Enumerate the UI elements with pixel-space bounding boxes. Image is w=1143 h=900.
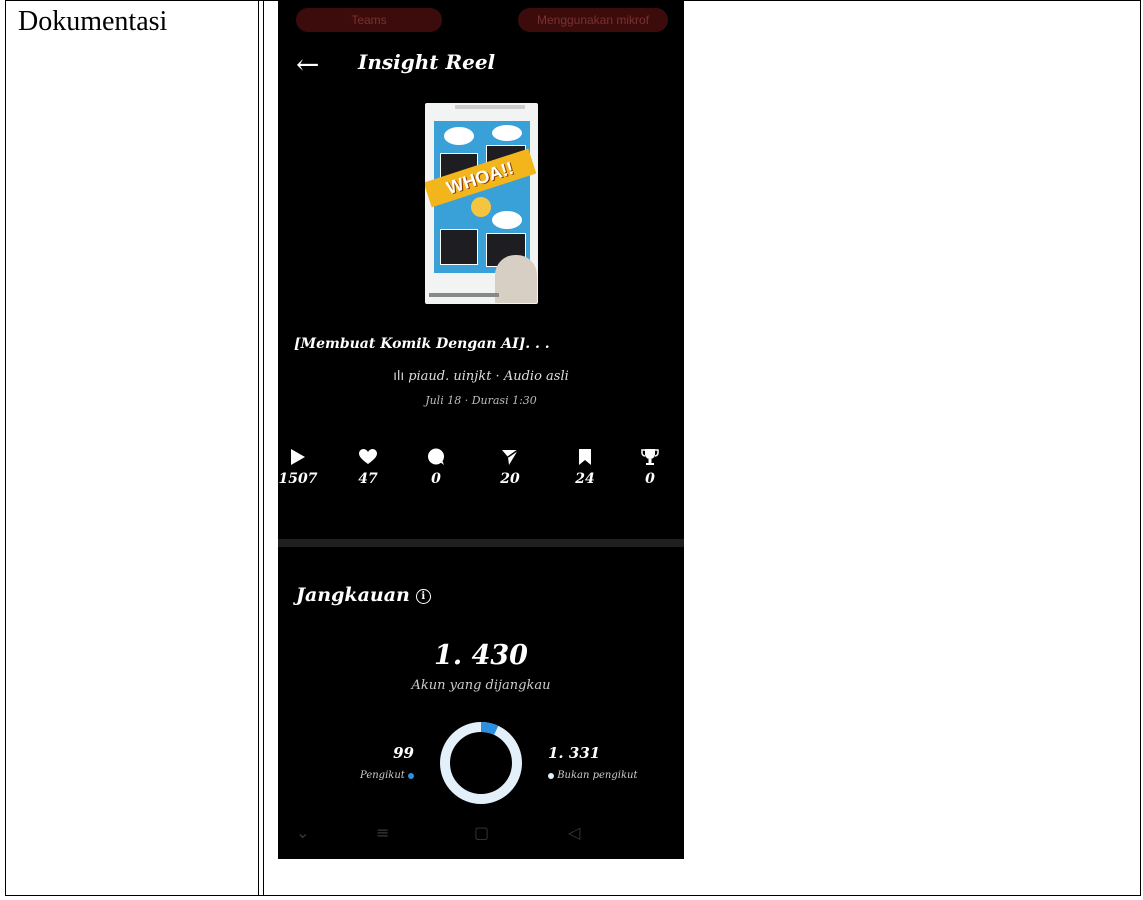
comment-icon [428,448,444,465]
play-icon [291,449,305,465]
followers-value: 99 [393,744,414,762]
reach-title: Jangkauan [296,584,410,606]
stat-shares: 20 [480,446,540,487]
row-label: Dokumentasi [18,6,168,37]
info-icon[interactable]: i [415,588,431,604]
bookmark-icon [579,449,591,465]
microphone-pill[interactable]: Menggunakan mikrof [518,8,668,32]
page-title: Insight Reel [358,50,496,74]
audio-text: piaud. uinjkt · Audio asli [408,369,569,384]
chevron-down-icon[interactable]: ⌄ [296,823,309,842]
menu-icon[interactable]: ≡ [376,823,389,842]
donut-slice-non-followers [440,722,522,804]
speech-bubble [444,127,474,145]
followers-legend: Pengikut [360,770,414,781]
heart-icon [359,449,377,464]
followers-dot-icon [408,772,414,779]
stat-value: 0 [431,471,441,487]
reel-thumbnail[interactable]: WHOA!! [425,103,538,304]
system-nav-bar: ⌄ ≡ ▢ ◁ [278,815,684,855]
column-divider-inner [263,0,264,896]
post-title: [Membuat Komik Dengan AI]. . . [294,336,550,352]
non-followers-dot-icon [548,772,554,779]
thumbnail-caption [429,293,499,297]
non-followers-legend: Bukan pengikut [548,770,638,781]
stat-saves: 24 [555,446,615,487]
teams-pill[interactable]: Teams [296,8,442,32]
reach-total: 1. 430 [434,640,528,671]
comic-panel [440,229,478,265]
post-date: Juli 18 · Durasi 1:30 [425,394,537,407]
stat-value: 47 [358,471,378,487]
trophy-icon [641,449,659,465]
back-icon[interactable]: ◁ [568,823,580,842]
reach-donut-chart [440,722,522,804]
stat-awards: 0 [620,446,680,487]
stat-comments: 0 [406,446,466,487]
phone-screenshot: Teams Menggunakan mikrof ← Insight Reel … [278,0,684,859]
followers-label: Pengikut [360,770,405,781]
speech-bubble [492,211,522,229]
stat-value: 20 [500,471,520,487]
stat-value: 0 [645,471,655,487]
reach-heading: Jangkauan i [296,584,431,606]
audio-wave-icon: ılı [393,369,405,384]
back-arrow-icon[interactable]: ← [296,50,319,80]
stat-plays: 1507 [278,446,328,487]
share-icon [502,449,519,465]
surprised-emoji-icon [471,197,491,217]
presenter-image [495,255,537,303]
stats-row: 1507 47 0 20 24 0 [279,446,668,496]
column-divider [258,0,259,896]
stat-value: 1507 [278,471,318,487]
home-icon[interactable]: ▢ [474,823,489,842]
section-separator [278,539,684,547]
non-followers-value: 1. 331 [548,744,601,762]
audio-line[interactable]: ılı piaud. uinjkt · Audio asli [278,369,684,384]
stat-likes: 47 [338,446,398,487]
thumbnail-toolbar [455,105,525,109]
non-followers-label: Bukan pengikut [557,770,638,781]
stat-value: 24 [575,471,595,487]
speech-bubble [492,125,522,141]
reach-total-label: Akun yang dijangkau [411,678,551,693]
